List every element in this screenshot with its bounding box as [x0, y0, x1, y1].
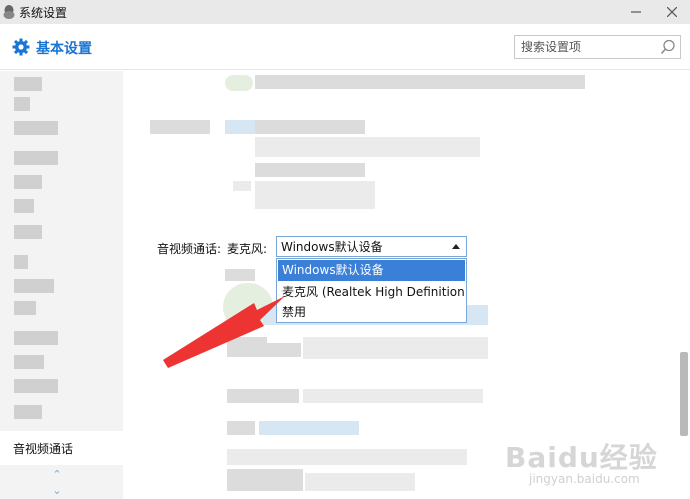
blurred-content — [233, 181, 251, 191]
blurred-content — [241, 343, 301, 357]
sidebar-item-blurred[interactable] — [14, 77, 42, 91]
scrollbar-thumb[interactable] — [680, 352, 688, 436]
blurred-content — [255, 75, 585, 89]
watermark-url: jingyan.baidu.com — [529, 472, 640, 486]
blurred-content — [227, 469, 303, 491]
blurred-content — [227, 389, 299, 403]
mic-select-value: Windows默认设备 — [281, 240, 383, 254]
blurred-content — [259, 421, 359, 435]
sidebar-item-blurred[interactable] — [14, 97, 30, 111]
minimize-icon — [631, 11, 641, 13]
sidebar-item-blurred[interactable] — [14, 151, 58, 165]
blurred-content — [255, 120, 365, 134]
sidebar-item-blurred[interactable] — [14, 279, 54, 293]
sidebar-item-av-call[interactable]: 音视频通话 — [0, 431, 123, 465]
sidebar-item-blurred[interactable] — [14, 355, 44, 369]
sidebar-item-blurred[interactable] — [14, 301, 36, 315]
blurred-content — [303, 389, 483, 403]
settings-content: 音视频通话: 麦克风: Windows默认设备 Windows默认设备 麦克风 … — [123, 71, 690, 499]
blurred-content — [255, 163, 365, 177]
caret-up-icon — [452, 244, 460, 249]
blurred-content — [225, 120, 255, 134]
close-icon — [667, 7, 677, 17]
section-title: 基本设置 — [36, 41, 92, 57]
window-title: 系统设置 — [19, 5, 68, 20]
blurred-content — [227, 421, 255, 435]
watermark-text: Baidu经验 — [505, 441, 658, 474]
chevron-down-icon[interactable]: ⌄ — [50, 485, 64, 497]
sidebar-item-blurred[interactable] — [14, 331, 58, 345]
mic-select[interactable]: Windows默认设备 — [276, 236, 467, 257]
minimize-button[interactable] — [618, 0, 654, 24]
settings-header: 基本设置 — [0, 24, 690, 70]
mic-option[interactable]: 禁用 — [277, 302, 466, 322]
gear-icon — [12, 38, 30, 56]
baidu-watermark: Baidu经验 jingyan.baidu.com — [505, 436, 685, 496]
qq-penguin-icon — [3, 5, 15, 19]
search-input[interactable] — [521, 36, 661, 58]
blurred-content — [255, 181, 375, 209]
blurred-content — [227, 449, 467, 465]
close-button[interactable] — [654, 0, 690, 24]
blurred-content — [225, 269, 255, 281]
sidebar-item-blurred[interactable] — [14, 121, 58, 135]
blurred-content — [303, 337, 488, 359]
sidebar-item-blurred[interactable] — [14, 175, 42, 189]
sidebar-item-blurred[interactable] — [14, 199, 34, 213]
blurred-content — [225, 75, 253, 91]
search-box[interactable] — [514, 35, 681, 59]
sidebar-item-blurred[interactable] — [14, 225, 42, 239]
search-icon[interactable] — [660, 39, 676, 55]
mic-label: 麦克风: — [227, 242, 268, 256]
sidebar: 音视频通话 ⌃ ⌄ — [0, 71, 123, 499]
sidebar-item-blurred[interactable] — [14, 255, 28, 269]
title-bar: 系统设置 — [0, 0, 690, 24]
blurred-content — [150, 120, 210, 134]
mic-dropdown-list: Windows默认设备 麦克风 (Realtek High Definition… — [276, 258, 467, 323]
chevron-up-icon[interactable]: ⌃ — [50, 469, 64, 481]
mic-option[interactable]: 麦克风 (Realtek High Definition — [277, 282, 466, 302]
blurred-content — [305, 473, 415, 491]
sidebar-item-blurred[interactable] — [14, 405, 42, 419]
sidebar-item-blurred[interactable] — [14, 379, 58, 393]
mic-option[interactable]: Windows默认设备 — [278, 260, 465, 281]
av-section-label: 音视频通话: — [157, 242, 222, 256]
blurred-content — [255, 137, 480, 157]
